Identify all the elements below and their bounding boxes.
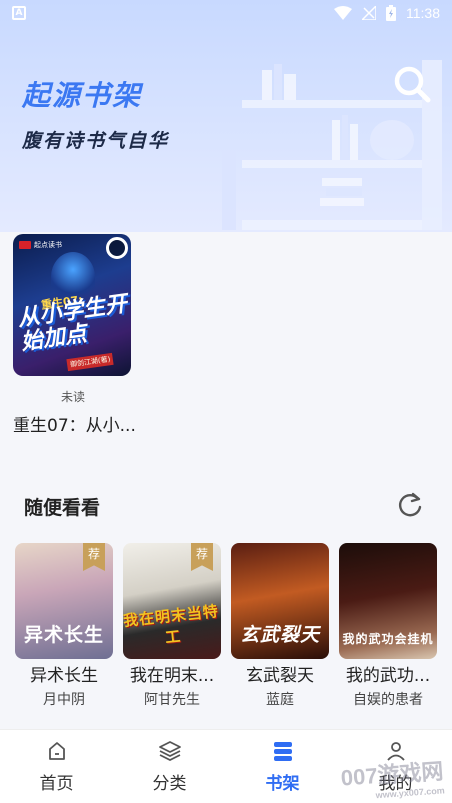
recommend-cover[interactable]: 我的武功会挂机 — [339, 543, 437, 659]
book-cover[interactable]: 起点读书 重生07: 从小学生开始加点 御剑江湖(著) — [13, 234, 131, 376]
nav-label: 首页 — [39, 774, 74, 794]
select-radio[interactable] — [106, 237, 128, 259]
recommend-book[interactable]: 玄武裂天 玄武裂天 蓝庭 — [231, 543, 329, 709]
header-banner: 起源书架 腹有诗书气自华 — [0, 0, 452, 232]
recommend-cover[interactable]: 荐 异术长生 — [15, 543, 113, 659]
recommend-book[interactable]: 我的武功会挂机 我的武功... 自娱的患者 — [339, 543, 437, 709]
cover-title: 我在明末当特工 — [123, 602, 220, 647]
recommend-name: 异术长生 — [30, 666, 98, 686]
nav-bookshelf[interactable]: 书架 — [226, 730, 339, 803]
cover-author: 御剑江湖(著) — [66, 352, 115, 372]
recommend-cover[interactable]: 玄武裂天 — [231, 543, 329, 659]
cover-title: 玄武裂天 — [239, 624, 320, 646]
recommend-name: 我的武功... — [345, 666, 431, 686]
wifi-icon — [334, 6, 352, 20]
recommend-name: 玄武裂天 — [246, 666, 314, 686]
nav-home[interactable]: 首页 — [0, 730, 113, 803]
recommend-name: 我在明末... — [129, 666, 215, 686]
section-title: 随便看看 — [24, 497, 101, 519]
recommend-cover[interactable]: 荐 我在明末当特工 — [123, 543, 221, 659]
cover-title: 异术长生 — [23, 624, 104, 646]
search-icon[interactable] — [392, 64, 432, 104]
no-signal-icon — [362, 6, 376, 20]
home-icon — [48, 742, 65, 760]
recommend-book[interactable]: 荐 异术长生 异术长生 月中阴 — [15, 543, 113, 709]
recommend-author: 自娱的患者 — [353, 692, 423, 708]
cover-title: 我的武功会挂机 — [342, 632, 434, 646]
layers-icon — [158, 741, 181, 762]
cover-brand: 起点读书 — [19, 240, 62, 250]
read-status: 未读 — [60, 390, 85, 404]
app-title: 起源书架 — [22, 79, 143, 112]
nav-label: 书架 — [265, 774, 300, 794]
refresh-icon[interactable] — [396, 491, 424, 519]
book-name: 重生07：从小... — [13, 416, 136, 436]
app-slogan: 腹有诗书气自华 — [22, 130, 170, 152]
battery-charging-icon — [386, 5, 396, 21]
notification-a-icon: A — [12, 6, 26, 20]
recommend-badge: 荐 — [191, 543, 213, 571]
recommend-list: 荐 异术长生 异术长生 月中阴 荐 我在明末当特工 我在明末... 阿甘先生 玄… — [15, 543, 440, 709]
shelf-book[interactable]: 起点读书 重生07: 从小学生开始加点 御剑江湖(著) 未读 重生07：从小..… — [13, 234, 136, 436]
recommend-book[interactable]: 荐 我在明末当特工 我在明末... 阿甘先生 — [123, 543, 221, 709]
recommend-author: 阿甘先生 — [144, 692, 200, 708]
recommend-author: 月中阴 — [43, 692, 85, 708]
recommend-badge: 荐 — [83, 543, 105, 571]
bookshelf-icon — [273, 742, 292, 761]
status-bar: A 11:38 — [0, 0, 452, 26]
nav-category[interactable]: 分类 — [113, 730, 226, 803]
cover-title: 从小学生开始加点 — [16, 291, 129, 356]
clock: 11:38 — [406, 5, 440, 21]
watermark: 007游戏网 www.yx007.com — [340, 758, 446, 801]
nav-label: 分类 — [152, 774, 187, 794]
recommend-author: 蓝庭 — [266, 692, 294, 708]
